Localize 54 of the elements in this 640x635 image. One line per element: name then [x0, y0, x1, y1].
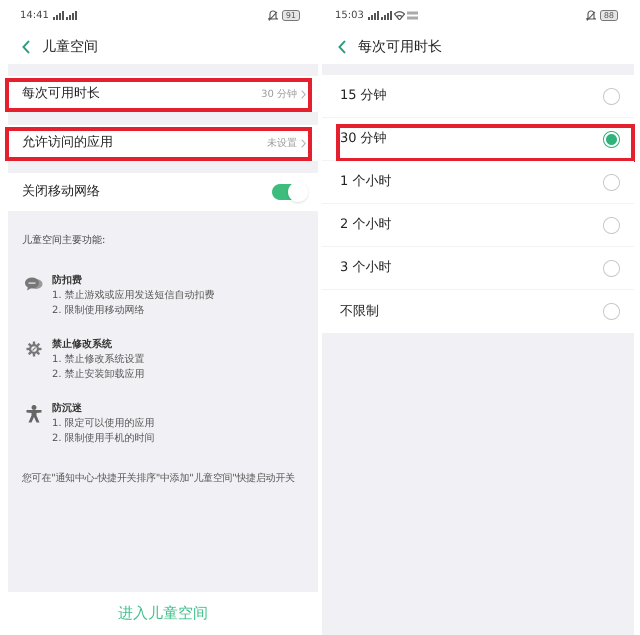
- radio-button[interactable]: [603, 303, 620, 320]
- option-label: 2 个小时: [340, 216, 392, 234]
- feature-title: 防扣费: [52, 274, 83, 288]
- setting-label: 每次可用时长: [22, 85, 100, 104]
- radio-button[interactable]: [603, 88, 620, 104]
- feature-description: 1. 禁止游戏或应用发送短信自动扣费: [52, 288, 215, 303]
- radio-button[interactable]: [603, 174, 620, 190]
- gear-icon: [26, 341, 42, 357]
- screen-title: 每次可用时长: [358, 38, 442, 56]
- option-label: 3 个小时: [340, 259, 392, 278]
- battery-indicator: 88: [600, 10, 618, 20]
- setting-label: 允许访问的应用: [22, 134, 113, 152]
- status-time: 14:41: [20, 8, 49, 22]
- feature-title: 防沉迷: [52, 402, 83, 416]
- feature-description: 2. 限制使用手机的时间: [52, 432, 155, 446]
- signal-icon: [380, 10, 392, 20]
- setting-value: 30 分钟: [261, 88, 297, 102]
- battery-indicator: 91: [282, 10, 300, 20]
- radio-button[interactable]: [603, 130, 620, 148]
- child-figure-icon: [26, 405, 42, 423]
- setting-label: 关闭移动网络: [22, 183, 100, 202]
- feature-description: 2. 禁止安装卸载应用: [52, 368, 145, 382]
- settings-row[interactable]: 允许访问的应用 未设置: [8, 125, 318, 161]
- chevron-right-icon: [301, 138, 306, 148]
- option-label: 不限制: [340, 302, 379, 321]
- radio-button[interactable]: [603, 216, 620, 234]
- screen-title: 儿童空间: [42, 38, 98, 56]
- features-heading: 儿童空间主要功能:: [22, 234, 106, 248]
- bell-icon: [268, 10, 278, 20]
- feature-description: 1. 限定可以使用的应用: [52, 416, 155, 431]
- chevron-right-icon: [301, 90, 306, 98]
- option-label: 30 分钟: [340, 130, 387, 148]
- bell-icon: [586, 10, 596, 20]
- radio-button[interactable]: [603, 260, 620, 276]
- duration-option[interactable]: 1 个小时: [322, 161, 634, 204]
- network-rate-icon: [406, 10, 418, 20]
- option-label: 1 个小时: [340, 173, 392, 192]
- signal-icon: [52, 10, 64, 20]
- shortcut-note: 您可在"通知中心-快捷开关排序"中添加"儿童空间"快捷启动开关: [22, 472, 296, 486]
- wifi-icon: [394, 10, 405, 20]
- feature-description: 1. 禁止修改系统设置: [52, 352, 145, 367]
- back-icon[interactable]: [338, 40, 346, 54]
- toggle-switch[interactable]: [272, 184, 306, 200]
- settings-row[interactable]: 每次可用时长 30 分钟: [8, 76, 318, 112]
- chat-bubbles-icon: [25, 277, 43, 291]
- signal-icon: [368, 10, 379, 20]
- setting-value: 未设置: [267, 136, 297, 150]
- back-icon[interactable]: [22, 40, 30, 54]
- signal-icon: [66, 10, 77, 20]
- feature-title: 禁止修改系统: [52, 338, 113, 352]
- settings-row[interactable]: 关闭移动网络: [8, 173, 318, 211]
- option-label: 15 分钟: [340, 87, 387, 106]
- feature-description: 2. 限制使用移动网络: [52, 304, 146, 318]
- status-time: 15:03: [335, 8, 364, 22]
